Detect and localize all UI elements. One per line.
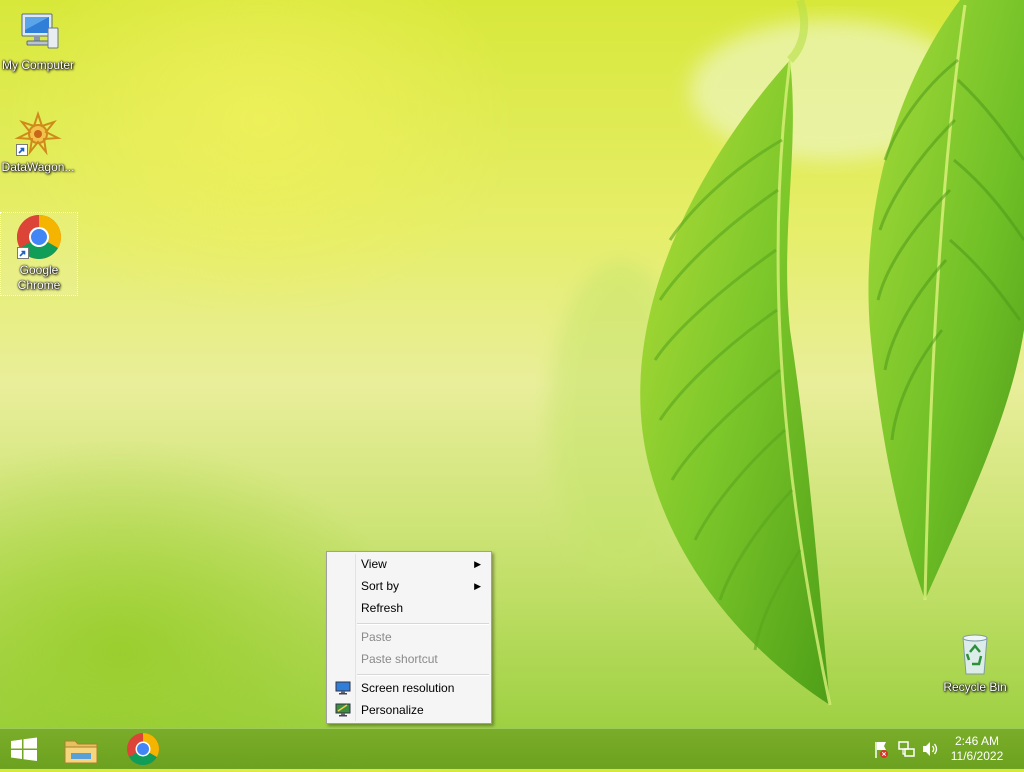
desktop-icon-datawagon[interactable]: DataWagon... <box>0 110 76 175</box>
menu-item-label: Personalize <box>361 703 424 717</box>
volume-icon[interactable] <box>920 729 940 769</box>
shortcut-arrow-icon <box>16 144 28 156</box>
datawagon-icon <box>14 110 62 158</box>
recycle-bin-icon <box>951 630 999 678</box>
menu-separator <box>357 674 489 676</box>
computer-icon <box>14 8 62 56</box>
chrome-icon <box>127 733 160 766</box>
menu-item-sort-by[interactable]: Sort by ▶ <box>329 576 489 597</box>
desktop-icon-label: Google Chrome <box>17 263 61 292</box>
chrome-icon <box>15 213 63 261</box>
desktop-icon-recycle-bin[interactable]: Recycle Bin <box>937 630 1013 695</box>
desktop-icon-my-computer[interactable]: My Computer <box>0 8 76 73</box>
menu-item-label: Sort by <box>361 579 400 593</box>
taskbar-clock[interactable]: 2:46 AM 11/6/2022 <box>944 734 1010 764</box>
windows-logo-icon <box>11 737 37 761</box>
wallpaper <box>550 0 1024 706</box>
menu-item-label: Screen resolution <box>361 681 455 695</box>
menu-item-paste-shortcut[interactable]: Paste shortcut <box>329 649 489 670</box>
desktop-icon-label: DataWagon... <box>1 160 75 174</box>
desktop-icon-google-chrome[interactable]: Google Chrome <box>0 212 78 296</box>
start-button[interactable] <box>0 729 48 769</box>
action-center-flag-icon[interactable] <box>872 729 892 769</box>
menu-separator <box>357 623 489 625</box>
file-explorer-button[interactable] <box>57 729 105 769</box>
desktop-context-menu: View ▶ Sort by ▶ Refresh Paste Paste sho… <box>326 551 492 724</box>
monitor-icon <box>335 681 351 695</box>
menu-item-label: Paste shortcut <box>361 652 438 666</box>
menu-item-refresh[interactable]: Refresh <box>329 598 489 619</box>
menu-item-screen-resolution[interactable]: Screen resolution <box>329 678 489 699</box>
menu-item-label: Paste <box>361 630 392 644</box>
network-icon[interactable] <box>896 729 916 769</box>
taskbar: 2:46 AM 11/6/2022 <box>0 728 1024 769</box>
desktop-icon-label: Recycle Bin <box>943 680 1007 694</box>
menu-item-label: Refresh <box>361 601 404 615</box>
submenu-arrow-icon: ▶ <box>474 581 481 591</box>
clock-time: 2:46 AM <box>954 734 1000 748</box>
menu-item-label: View <box>361 557 387 571</box>
desktop-icon-label: My Computer <box>1 58 75 72</box>
clock-date: 11/6/2022 <box>950 749 1004 763</box>
file-explorer-icon <box>64 740 98 764</box>
chrome-taskbar-button[interactable] <box>119 729 167 769</box>
menu-item-paste[interactable]: Paste <box>329 627 489 648</box>
menu-item-view[interactable]: View ▶ <box>329 554 489 575</box>
menu-item-personalize[interactable]: Personalize <box>329 700 489 721</box>
submenu-arrow-icon: ▶ <box>474 559 481 569</box>
shortcut-arrow-icon <box>17 247 29 259</box>
personalize-icon <box>335 703 351 717</box>
